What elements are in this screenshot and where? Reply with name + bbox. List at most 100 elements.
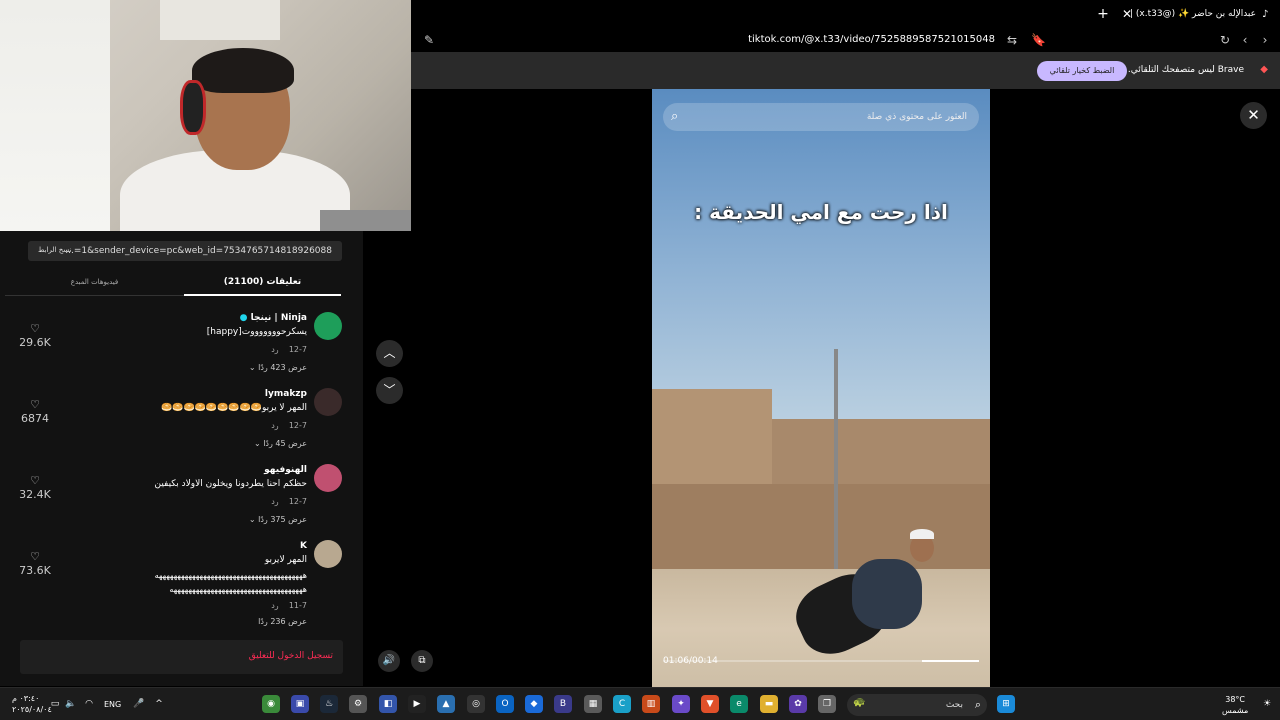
comment-text-line: ههههههههههههههههههههههههههههههههههههه	[169, 585, 307, 594]
view-replies-button[interactable]: عرض 236 ردًا	[258, 617, 307, 626]
search-icon: ⌕	[974, 698, 981, 711]
outlook-icon[interactable]: O	[496, 695, 514, 713]
set-default-button[interactable]: الضبط كخيار تلقائي	[1037, 61, 1127, 81]
obs-icon[interactable]: ◎	[467, 695, 485, 713]
folder-icon[interactable]: ▬	[760, 695, 778, 713]
tab-comments[interactable]: تعليقات (21100)	[184, 270, 341, 296]
webcam-overlay	[0, 0, 411, 231]
taskbar-search[interactable]: 🐢 بحث ⌕	[847, 694, 987, 716]
search-placeholder: العثور على محتوى ذي صلة	[866, 112, 967, 122]
dropbox-icon[interactable]: ◆	[525, 695, 543, 713]
language-indicator[interactable]: ENG	[104, 700, 121, 709]
share-icon[interactable]: ⇆	[1005, 33, 1019, 47]
video-child	[852, 559, 922, 629]
video-player[interactable]	[652, 89, 990, 687]
video-progress-fill	[922, 660, 979, 662]
video-search-input[interactable]: ⌕ العثور على محتوى ذي صلة	[663, 103, 979, 131]
copilot-icon[interactable]: ✿	[789, 695, 807, 713]
share-link-text: ...=1&sender_device=pc&web_id=7534765714…	[65, 246, 332, 256]
like-count: 6874	[21, 412, 49, 425]
settings-icon[interactable]: ⚙	[349, 695, 367, 713]
terminal-icon[interactable]: ▶	[408, 695, 426, 713]
video-building	[652, 389, 772, 499]
back-icon[interactable]: ‹	[1238, 33, 1252, 47]
tab-close-icon[interactable]: ✕	[1119, 6, 1135, 22]
windows-start-icon[interactable]: ⊞	[997, 695, 1015, 713]
app-icon[interactable]: ▥	[642, 695, 660, 713]
volume-icon[interactable]: 🔊	[378, 650, 400, 672]
avatar[interactable]	[314, 312, 342, 340]
app-icon[interactable]: B	[554, 695, 572, 713]
store-icon[interactable]: ▦	[584, 695, 602, 713]
forward-icon[interactable]: ›	[1258, 33, 1272, 47]
video-caption: اذا رحت مع امي الحديقة :	[694, 200, 948, 224]
login-to-comment-box[interactable]: تسجيل الدخول للتعليق	[20, 640, 343, 674]
heart-icon[interactable]: ♡	[22, 550, 48, 563]
chevron-down-icon: ﹀	[383, 383, 396, 397]
extension-icon[interactable]: ✎	[422, 33, 436, 47]
chevron-up-icon[interactable]: ^	[150, 695, 168, 713]
view-replies-button[interactable]: عرض 423 ردًا ⌄	[249, 363, 307, 372]
taskbar: ٠٣:٤٠ م ٢٠٢٥/٠٨/٠٤ ▭ 🔈 ◠ ENG 🎤 ^ ◉ ▣ ♨ ⚙ …	[0, 687, 1280, 720]
close-icon[interactable]: ✕	[1240, 102, 1267, 129]
task-view-icon[interactable]: ❐	[818, 695, 836, 713]
bookmark-icon[interactable]: 🔖	[1031, 33, 1046, 47]
brave-icon[interactable]: ▼	[701, 695, 719, 713]
headset-icon	[180, 80, 206, 135]
like-count: 32.4K	[19, 488, 51, 501]
notification-text: Brave ليس متصفحك التلقائي.	[1127, 65, 1244, 75]
reload-icon[interactable]: ↻	[1218, 33, 1232, 47]
comment-author[interactable]: الهنوفيهو	[264, 465, 307, 475]
game-icon[interactable]: ✦	[672, 695, 690, 713]
tiktok-icon: ♪	[1262, 8, 1269, 20]
url-field[interactable]: tiktok.com/@x.t33/video/7525889587521015…	[748, 34, 995, 45]
steam-icon[interactable]: ♨	[320, 695, 338, 713]
comment-author[interactable]: Ninja | نينجا ●	[240, 313, 307, 323]
heart-icon[interactable]: ♡	[22, 474, 48, 487]
tab-creator-videos[interactable]: فيديوهات المبدع	[5, 270, 184, 296]
weather-widget[interactable]: 38°C مشمس	[1222, 694, 1248, 716]
comment-meta: 11-7 رد	[271, 601, 307, 610]
comment-text: يسكرحوووووووت[happy]	[206, 327, 307, 337]
view-replies-button[interactable]: عرض 45 ردًا ⌄	[254, 439, 307, 448]
avatar[interactable]	[314, 540, 342, 568]
door-frame	[160, 0, 280, 40]
share-link-row: نسخ الرابط ...=1&sender_device=pc&web_id…	[28, 241, 342, 261]
comment-text: المهر لايربو	[264, 555, 307, 565]
wifi-icon[interactable]: ◠	[80, 695, 98, 713]
discord-icon[interactable]: ◉	[262, 695, 280, 713]
video-time: 01:06/00:14	[663, 656, 718, 666]
video-sky	[652, 89, 990, 419]
previous-video-button[interactable]: ︿	[376, 340, 403, 367]
browser-tab[interactable]: ♪ عبدالإله بن حاضر ✨ (@x.t33) |	[1130, 0, 1280, 28]
like-count: 73.6K	[19, 564, 51, 577]
avatar[interactable]	[314, 388, 342, 416]
heart-icon[interactable]: ♡	[22, 322, 48, 335]
app-icon[interactable]: ▣	[291, 695, 309, 713]
login-to-comment-text: تسجيل الدخول للتعليق	[248, 651, 333, 661]
view-replies-button[interactable]: عرض 375 ردًا ⌄	[249, 515, 307, 524]
edge-icon[interactable]: e	[730, 695, 748, 713]
speaker-icon[interactable]: 🔈	[62, 695, 80, 713]
video-light-pole	[834, 349, 838, 574]
picture-in-picture-icon[interactable]: ⧉	[411, 650, 433, 672]
avatar[interactable]	[314, 464, 342, 492]
microphone-icon[interactable]: 🎤	[130, 695, 148, 713]
comment-meta: 12-7 رد	[271, 497, 307, 506]
next-video-button[interactable]: ﹀	[376, 377, 403, 404]
like-count: 29.6K	[19, 336, 51, 349]
app-icon[interactable]: ◧	[379, 695, 397, 713]
video-child-cap	[910, 529, 934, 539]
app-icon[interactable]: C	[613, 695, 631, 713]
new-tab-icon[interactable]: +	[1095, 6, 1111, 22]
search-label: بحث	[945, 700, 963, 710]
couch	[320, 210, 411, 231]
comment-text: حظكم احنا يطردونا ويخلون الاولاد بكيفين	[154, 479, 307, 489]
heart-icon[interactable]: ♡	[22, 398, 48, 411]
comment-author[interactable]: K	[300, 541, 307, 551]
person-hair	[192, 48, 294, 93]
comment-text-line: هههههههههههههههههههههههههههههههههههههههه…	[154, 571, 307, 580]
comment-meta: 12-7 رد	[271, 421, 307, 430]
photos-icon[interactable]: ▲	[437, 695, 455, 713]
comment-author[interactable]: lymakzp	[265, 389, 307, 399]
